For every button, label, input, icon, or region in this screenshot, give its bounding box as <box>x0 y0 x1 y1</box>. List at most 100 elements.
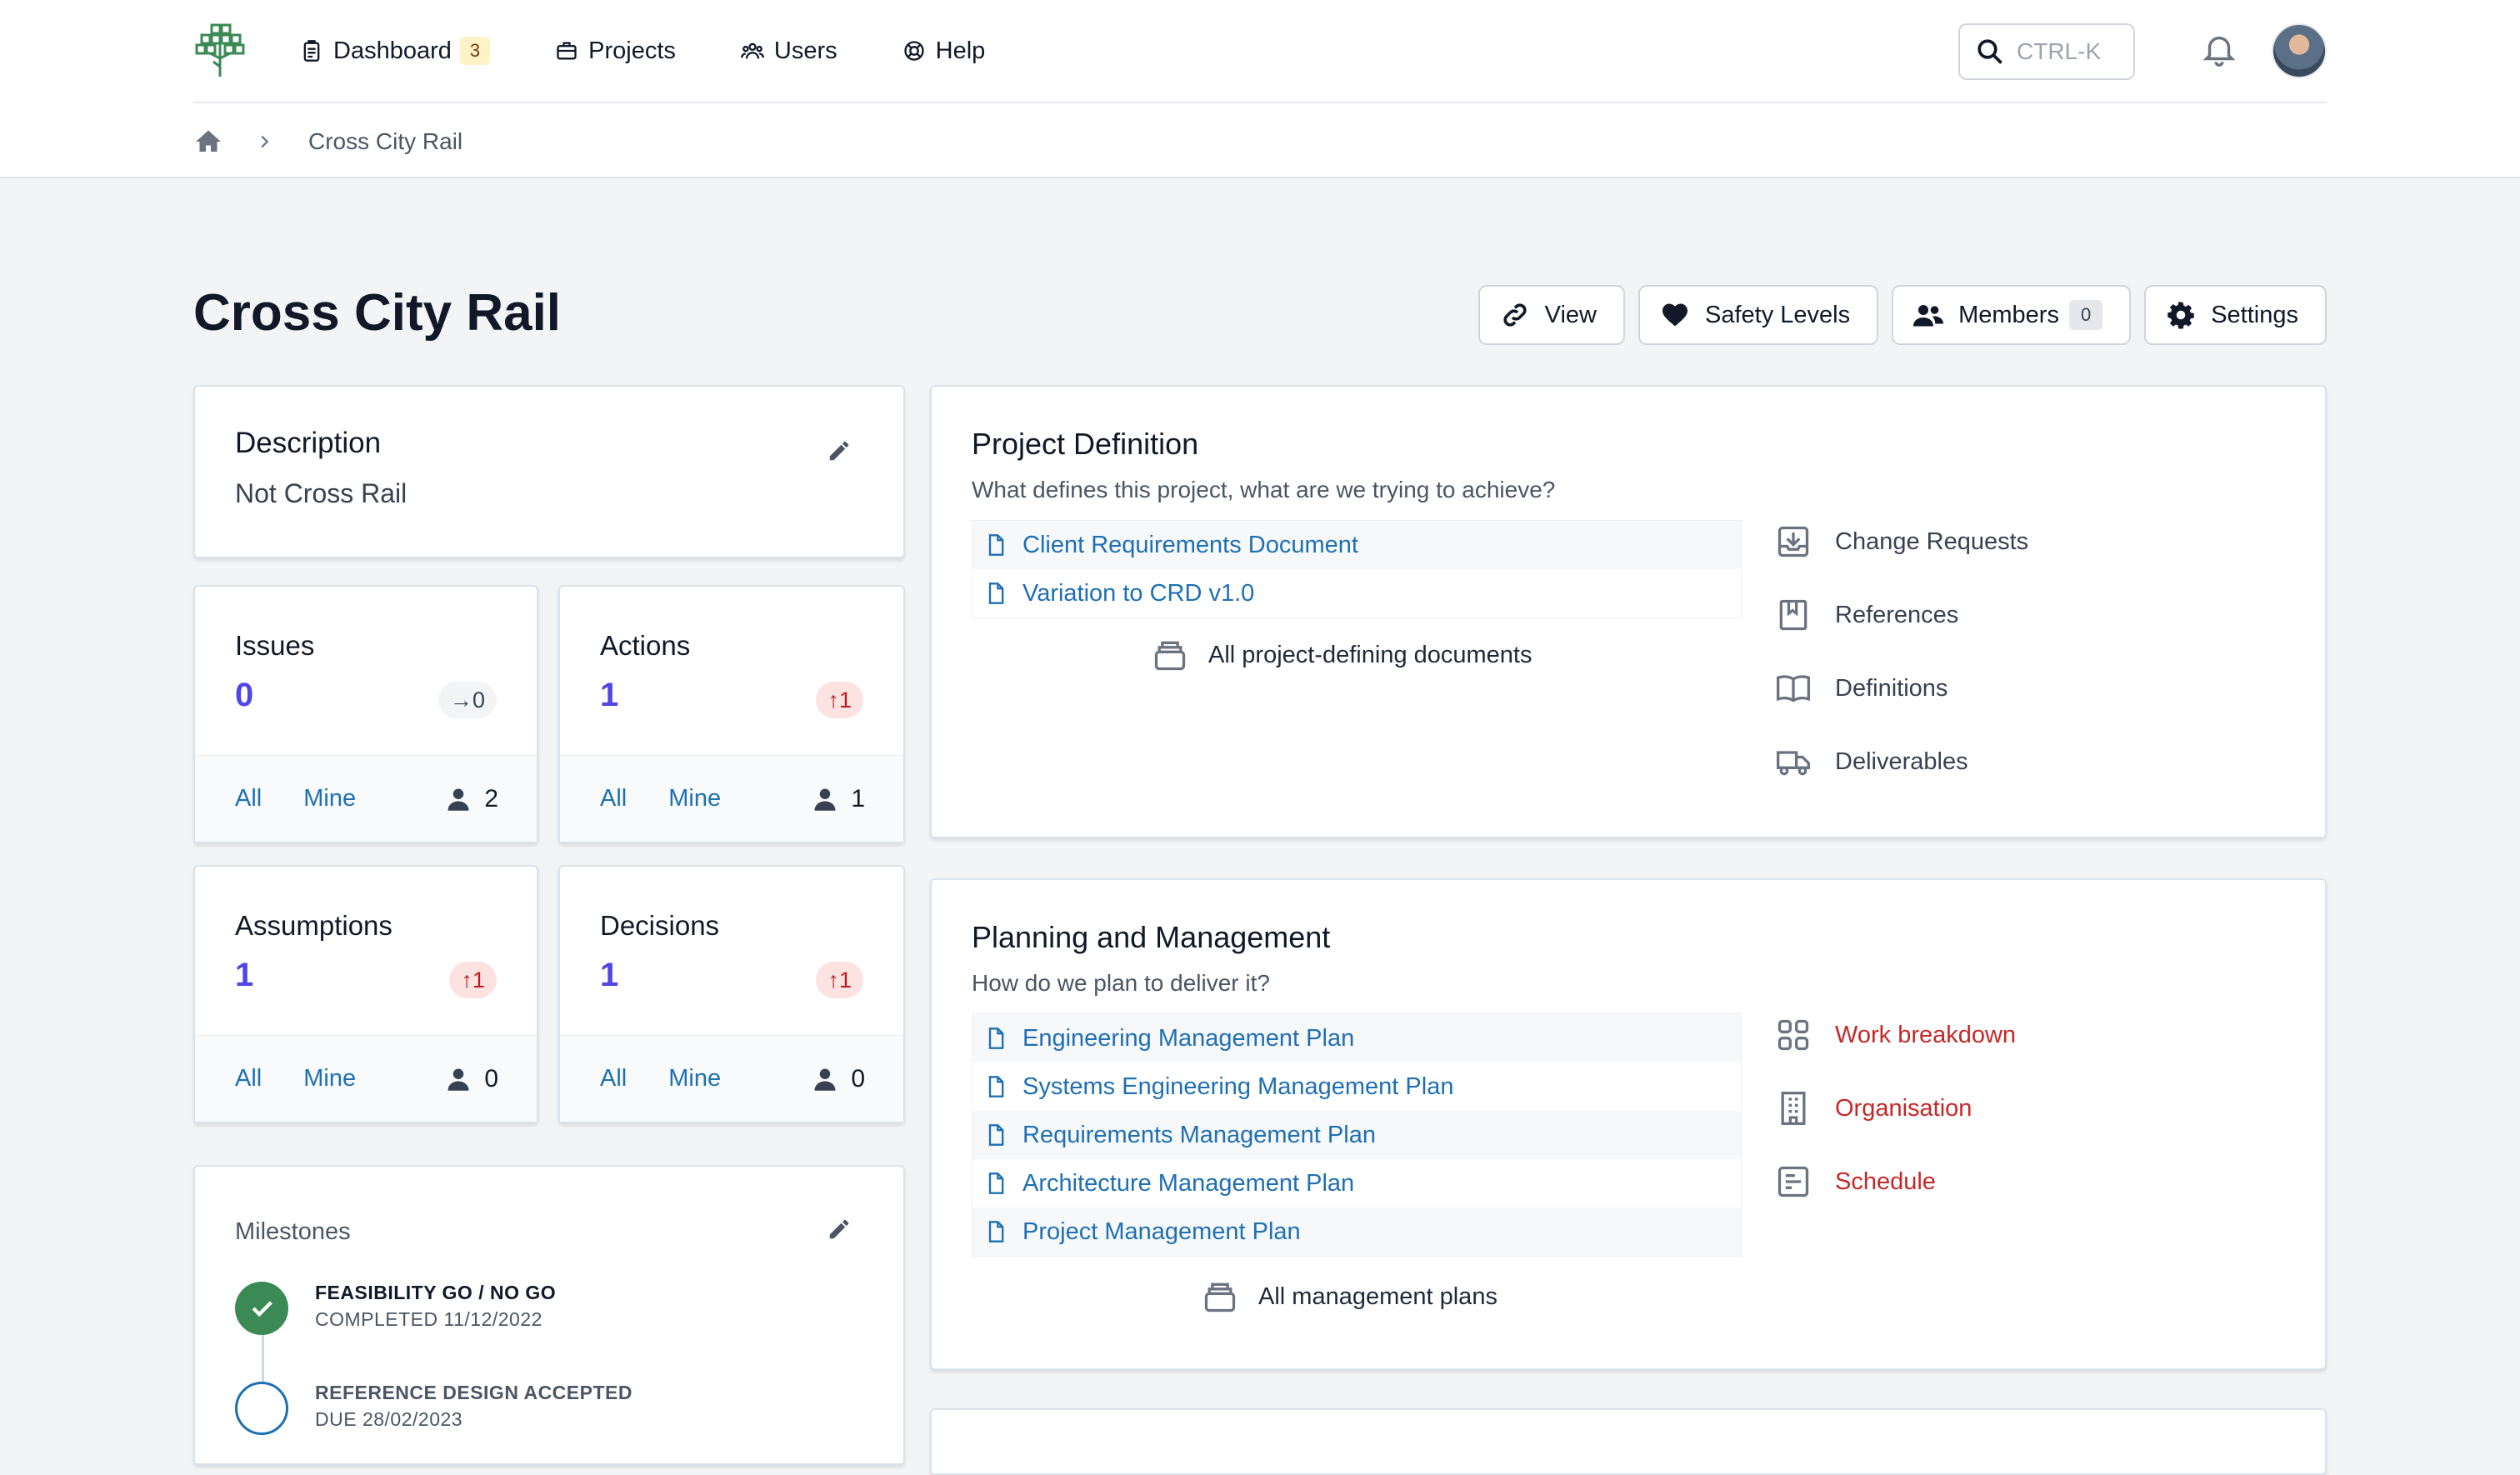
pencil-icon[interactable] <box>827 438 852 463</box>
arrow-right-icon: → <box>449 687 472 712</box>
deliverables-link[interactable]: Deliverables <box>1775 743 1968 780</box>
document-title: Project Management Plan <box>1022 1218 1301 1245</box>
side-link-label: Change Requests <box>1835 528 2029 555</box>
people-count-value: 1 <box>851 784 865 812</box>
people-count-value: 0 <box>484 1064 498 1092</box>
person-icon <box>814 1068 836 1091</box>
pencil-icon[interactable] <box>827 1217 852 1242</box>
mine-link[interactable]: Mine <box>668 785 721 812</box>
main-nav: Dashboard 3 Projects Users Help CTRL-K <box>193 0 2327 103</box>
milestone-pending-marker <box>235 1382 288 1435</box>
members-icon <box>1913 305 1944 327</box>
document-link[interactable]: Systems Engineering Management Plan <box>972 1062 1741 1111</box>
logo-icon[interactable] <box>193 22 247 80</box>
users-icon <box>740 42 764 59</box>
side-link-label: Definitions <box>1835 674 1948 702</box>
members-button[interactable]: Members 0 <box>1892 285 2132 345</box>
search-icon <box>1978 39 2002 64</box>
stat-value[interactable]: 1 <box>600 677 618 714</box>
bell-icon[interactable] <box>2200 30 2238 68</box>
nav-help[interactable]: Help <box>902 26 985 76</box>
document-link[interactable]: Client Requirements Document <box>972 521 1741 569</box>
nav-users-label: Users <box>773 37 838 64</box>
document-icon <box>988 1124 1004 1146</box>
project-definition-card: Project Definition What defines this pro… <box>930 385 2327 838</box>
dashboard-count-badge: 3 <box>459 37 491 65</box>
stat-label: Decisions <box>600 910 720 941</box>
document-link[interactable]: Engineering Management Plan <box>972 1014 1741 1062</box>
search-button[interactable]: CTRL-K <box>1958 23 2135 80</box>
document-title: Requirements Management Plan <box>1022 1121 1376 1148</box>
briefcase-icon <box>557 42 577 60</box>
breadcrumb-current[interactable]: Cross City Rail <box>308 128 462 155</box>
mine-link[interactable]: Mine <box>303 785 356 812</box>
stat-value[interactable]: 1 <box>235 957 253 994</box>
milestones-title: Milestones <box>235 1218 351 1245</box>
side-link-label: References <box>1835 601 1959 628</box>
stat-label: Actions <box>600 630 691 661</box>
top-bar: Dashboard 3 Projects Users Help CTRL-K C… <box>0 0 2520 178</box>
organisation-link[interactable]: Organisation <box>1775 1090 1972 1127</box>
side-link-label: Work breakdown <box>1835 1021 2017 1048</box>
user-avatar[interactable] <box>2272 23 2327 78</box>
references-link[interactable]: References <box>1775 597 1958 633</box>
settings-button[interactable]: Settings <box>2144 285 2327 345</box>
section-title: Planning and Management <box>972 920 1331 954</box>
trend-badge: ↑ 1 <box>449 962 497 998</box>
work-breakdown-link[interactable]: Work breakdown <box>1775 1017 2016 1053</box>
milestone-name[interactable]: FEASIBILITY GO / NO GO <box>315 1282 556 1304</box>
nav-users[interactable]: Users <box>740 26 838 76</box>
mine-link[interactable]: Mine <box>303 1065 356 1092</box>
all-link[interactable]: All <box>600 785 627 812</box>
bookmark-book-icon <box>1779 599 1808 631</box>
schedule-icon <box>1778 1166 1809 1198</box>
breadcrumb: Cross City Rail <box>193 123 462 160</box>
milestone-date: DUE 28/02/2023 <box>315 1408 463 1430</box>
issues-card: Issues 0 → 0 All Mine 2 <box>193 585 538 843</box>
all-link[interactable]: All <box>235 785 262 812</box>
side-link-label: Schedule <box>1835 1168 1936 1195</box>
stat-footer: All Mine 1 <box>560 755 903 842</box>
all-management-plans-link[interactable]: All management plans <box>1202 1278 1498 1315</box>
settings-label: Settings <box>2211 301 2298 328</box>
stat-value[interactable]: 0 <box>235 677 253 714</box>
change-requests-link[interactable]: Change Requests <box>1775 523 2028 560</box>
decisions-card: Decisions 1 ↑ 1 All Mine 0 <box>558 865 905 1123</box>
search-shortcut-label: CTRL-K <box>2017 38 2102 64</box>
view-button-label: View <box>1544 301 1597 328</box>
side-link-label: Deliverables <box>1835 748 1968 775</box>
nav-dashboard[interactable]: Dashboard 3 <box>300 26 491 76</box>
document-link[interactable]: Architecture Management Plan <box>972 1159 1741 1208</box>
milestone-date: COMPLETED 11/12/2022 <box>315 1308 542 1330</box>
people-count: 1 <box>812 785 865 813</box>
all-documents-link[interactable]: All project-defining documents <box>1152 637 1532 673</box>
home-icon[interactable] <box>193 127 223 157</box>
stat-value[interactable]: 1 <box>600 957 618 994</box>
milestone-complete-marker <box>235 1282 288 1335</box>
document-icon <box>988 1172 1004 1194</box>
arrow-up-icon: ↑ <box>461 967 472 992</box>
all-link[interactable]: All <box>600 1065 627 1092</box>
trend-value: 1 <box>838 967 852 992</box>
people-count: 2 <box>446 785 498 813</box>
document-link[interactable]: Project Management Plan <box>972 1208 1741 1256</box>
all-link[interactable]: All <box>235 1065 262 1092</box>
mine-link[interactable]: Mine <box>668 1065 721 1092</box>
definitions-link[interactable]: Definitions <box>1775 670 1948 707</box>
document-link[interactable]: Requirements Management Plan <box>972 1111 1741 1159</box>
person-icon <box>814 788 836 811</box>
section-subtitle: What defines this project, what are we t… <box>972 477 1556 502</box>
milestone-name[interactable]: REFERENCE DESIGN ACCEPTED <box>315 1382 632 1404</box>
assumptions-card: Assumptions 1 ↑ 1 All Mine 0 <box>193 865 538 1123</box>
view-button[interactable]: View <box>1478 285 1625 345</box>
document-link[interactable]: Variation to CRD v1.0 <box>972 569 1741 618</box>
clipboard-icon <box>303 40 320 62</box>
people-count-value: 2 <box>484 784 498 812</box>
gear-icon <box>2168 302 2194 329</box>
document-list: Client Requirements Document Variation t… <box>972 520 1742 618</box>
safety-levels-button[interactable]: Safety Levels <box>1638 285 1879 345</box>
stat-label: Assumptions <box>235 910 392 941</box>
archive-icon <box>1154 641 1186 671</box>
nav-projects[interactable]: Projects <box>555 26 676 76</box>
schedule-link[interactable]: Schedule <box>1775 1163 1936 1200</box>
